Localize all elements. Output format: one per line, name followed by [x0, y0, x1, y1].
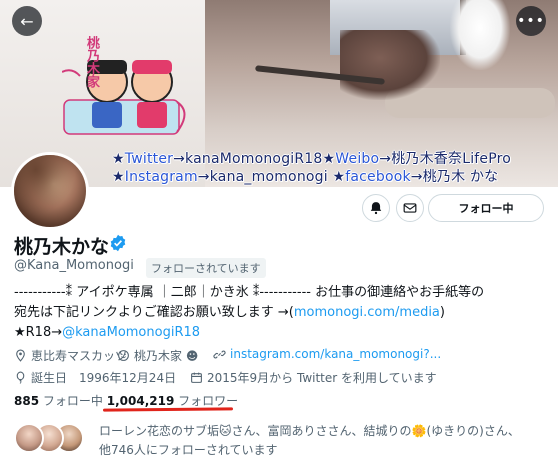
display-name: 桃乃木かな	[14, 236, 110, 258]
bio-line-1: -----------⁑ アイポケ専属 ｜二郎｜かき氷 ⁑-----------…	[14, 285, 485, 300]
followers-you-know-more[interactable]: 他746人にフォローされています	[99, 441, 278, 458]
website-link[interactable]: instagram.com/kana_momonogi?...	[213, 347, 441, 361]
r18-account-link[interactable]: @kanaMomonogiR18	[62, 325, 200, 340]
following-button[interactable]: フォロー中	[428, 194, 544, 222]
location: 恵比寿マスカッツ	[14, 347, 127, 364]
arrow-left-icon: ←	[20, 11, 34, 31]
banner-sns-line-2: ★Instagram→kana_momonogi ★facebook→桃乃木 か…	[112, 169, 499, 185]
birthday: 誕生日 1996年12月24日	[14, 369, 176, 386]
followers-count-link[interactable]: 1,004,219 フォロワー	[107, 394, 238, 408]
follow-counts: 885 フォロー中 1,004,219 フォロワー	[14, 392, 238, 409]
bio-line-3: ★R18→@kanaMomonogiR18	[14, 325, 201, 340]
follower-avatar[interactable]	[14, 423, 44, 453]
banner-person	[340, 30, 440, 100]
banner-dog-statue	[450, 0, 510, 70]
verified-badge-icon	[110, 234, 126, 252]
follows-you-badge: フォローされています	[146, 258, 266, 278]
avatar[interactable]	[11, 152, 89, 230]
link-icon	[213, 350, 226, 358]
banner-cartoon-illustration	[62, 60, 186, 135]
red-underline-annotation	[102, 407, 234, 412]
calendar-icon	[191, 372, 202, 383]
followers-you-know-text[interactable]: ローレン花恋のサブ垢🐱さん、富岡ありささん、結城りの🌼(ゆきりの)さん、	[99, 422, 520, 439]
bio-line-2: 宛先は下記リンクよりご確認お願い致します →(momonogi.com/medi…	[14, 305, 445, 320]
balloon-icon	[16, 371, 25, 384]
message-button[interactable]	[396, 194, 424, 222]
more-dots-icon: •••	[517, 13, 545, 29]
notifications-button[interactable]	[362, 194, 390, 222]
back-button[interactable]: ←	[12, 6, 42, 36]
location-pin-icon	[16, 349, 25, 362]
banner-sns-line-1: ★Twitter→kanaMomonogiR18★Weibo→桃乃木香奈Life…	[112, 151, 512, 167]
more-options-button[interactable]: •••	[516, 6, 546, 36]
following-count-link[interactable]: 885 フォロー中	[14, 394, 103, 408]
user-handle: @Kana_Momonogi	[14, 258, 134, 273]
smiley-icon	[118, 350, 129, 361]
envelope-icon	[403, 203, 417, 213]
media-link[interactable]: momonogi.com/media	[294, 305, 440, 320]
join-date: 2015年9月から Twitter を利用しています	[190, 369, 437, 386]
banner-kanji-logo: 桃乃木家	[84, 36, 99, 88]
profession-category: 桃乃木家 ☻	[117, 347, 198, 364]
bell-icon	[370, 202, 382, 215]
